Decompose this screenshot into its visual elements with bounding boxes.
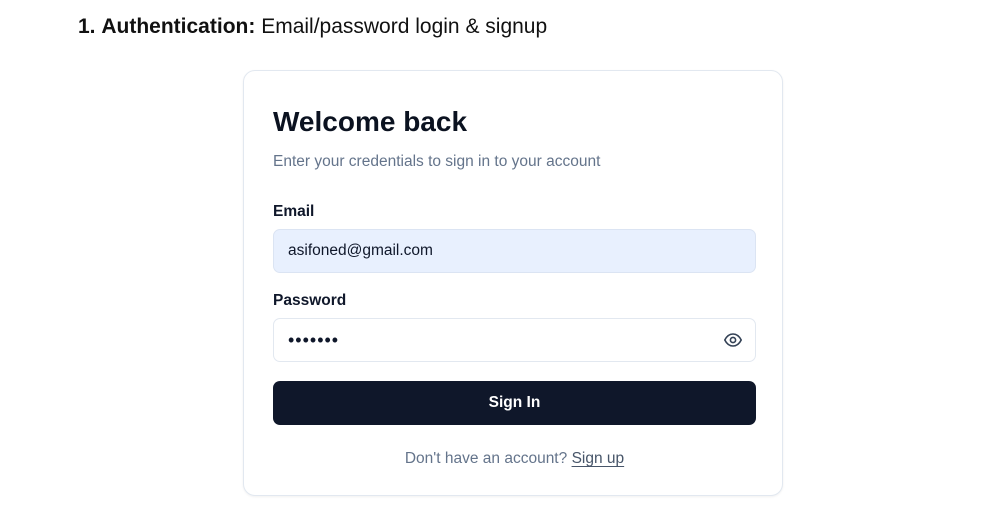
card-title: Welcome back <box>273 106 468 137</box>
section-heading: 1. Authentication: Email/password login … <box>78 13 547 41</box>
password-label: Password <box>273 292 347 309</box>
heading-number: 1. <box>78 15 96 38</box>
heading-title: Authentication: <box>101 15 256 38</box>
sign-up-link[interactable]: Sign up <box>572 450 625 467</box>
signup-prompt: Don't have an account? Sign up <box>273 449 756 469</box>
sign-in-button[interactable]: Sign In <box>273 381 756 425</box>
email-input[interactable] <box>273 229 756 273</box>
heading-description: Email/password login & signup <box>261 15 548 38</box>
eye-icon[interactable] <box>723 331 743 349</box>
signup-prompt-text: Don't have an account? <box>404 450 568 467</box>
card-subtitle: Enter your credentials to sign in to you… <box>273 153 601 170</box>
email-label: Email <box>273 203 315 220</box>
password-input[interactable] <box>273 318 756 362</box>
login-card: Welcome back Enter your credentials to s… <box>243 70 783 496</box>
